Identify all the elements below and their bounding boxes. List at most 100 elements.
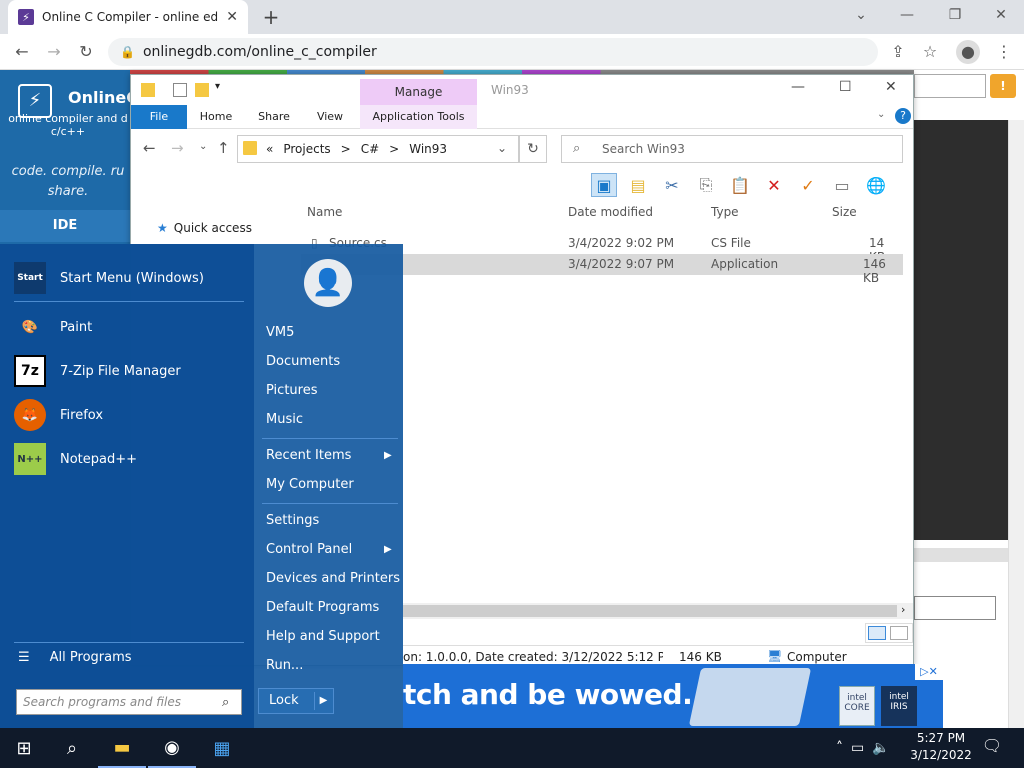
tab-search-button[interactable]: ⌄ xyxy=(838,0,884,30)
breadcrumb-csharp[interactable]: C# xyxy=(361,142,379,156)
menu-music[interactable]: Music xyxy=(266,410,303,430)
pinned-firefox[interactable]: 🦊 Firefox xyxy=(14,395,103,435)
tab-share[interactable]: Share xyxy=(251,105,297,129)
menu-user[interactable]: VM5 xyxy=(266,323,294,343)
rename-icon[interactable]: ▭ xyxy=(829,173,855,197)
lock-options-arrow-icon[interactable]: ▶ xyxy=(314,692,332,710)
menu-default-programs[interactable]: Default Programs xyxy=(266,598,379,618)
ribbon-expand-icon[interactable]: ⌄ xyxy=(877,109,885,120)
reload-icon[interactable]: ↻ xyxy=(74,40,98,64)
tab-home[interactable]: Home xyxy=(193,105,239,129)
start-search-input[interactable]: Search programs and files xyxy=(16,689,242,715)
recent-dropdown-icon[interactable]: ⌄ xyxy=(199,141,207,152)
forward-icon[interactable]: → xyxy=(42,40,66,64)
manage-tab[interactable]: Manage xyxy=(360,79,477,105)
tab-view[interactable]: View xyxy=(307,105,353,129)
path-overflow[interactable]: « xyxy=(266,142,273,156)
windows-start-icon[interactable]: ⊞ xyxy=(0,728,48,768)
help-icon[interactable]: ? xyxy=(895,108,911,124)
col-name[interactable]: Name xyxy=(307,205,342,219)
refresh-icon[interactable]: ↻ xyxy=(519,135,547,163)
check-icon[interactable]: ✓ xyxy=(795,173,821,197)
scroll-right-icon[interactable]: › xyxy=(901,603,905,616)
new-item-icon[interactable]: ▤ xyxy=(625,173,651,197)
new-folder-icon[interactable] xyxy=(195,83,209,97)
quick-access[interactable]: ★ Quick access xyxy=(157,221,252,235)
volume-icon[interactable]: 🔈 xyxy=(872,740,889,756)
page-scrollbar[interactable] xyxy=(1008,120,1024,728)
ide-link[interactable]: IDE xyxy=(0,210,130,242)
new-tab-button[interactable]: + xyxy=(258,4,284,30)
menu-my-computer[interactable]: My Computer xyxy=(266,475,354,495)
share-icon[interactable]: ⇪ xyxy=(886,40,910,64)
breadcrumb-projects[interactable]: Projects xyxy=(283,142,330,156)
language-select[interactable] xyxy=(914,74,986,98)
col-size[interactable]: Size xyxy=(832,205,857,219)
all-programs-button[interactable]: ☰ All Programs xyxy=(18,650,132,665)
large-icons-view-icon[interactable] xyxy=(890,626,908,640)
minimize-button[interactable]: — xyxy=(884,0,930,30)
close-window-button[interactable]: ✕ xyxy=(978,0,1024,30)
delete-icon[interactable]: ✕ xyxy=(761,173,787,197)
col-type[interactable]: Type xyxy=(711,205,739,219)
search-box[interactable]: Search Win93 xyxy=(561,135,903,163)
search-icon[interactable]: ⌕ xyxy=(48,728,96,768)
back-arrow-icon[interactable]: ← xyxy=(143,139,156,157)
url-bar[interactable]: 🔒 onlinegdb.com/online_c_compiler xyxy=(108,38,878,66)
menu-pictures[interactable]: Pictures xyxy=(266,381,317,401)
qat-dropdown-icon[interactable]: ▾ xyxy=(215,81,220,92)
pinned-paint[interactable]: 🎨 Paint xyxy=(14,307,92,347)
up-arrow-icon[interactable]: ↑ xyxy=(217,139,230,157)
explorer-hscroll-thumb[interactable] xyxy=(403,605,897,617)
tab-close-icon[interactable]: ✕ xyxy=(226,9,238,25)
paste-icon[interactable]: 📋 xyxy=(727,173,753,197)
user-avatar[interactable]: 👤 xyxy=(304,259,352,307)
explorer-maximize-icon[interactable]: ☐ xyxy=(839,79,852,95)
file-explorer-taskbar-icon[interactable]: ▬ xyxy=(98,728,146,768)
profile-icon[interactable]: ● xyxy=(956,40,980,64)
menu-recent-items[interactable]: Recent Items ▶ xyxy=(266,446,396,466)
explorer-close-icon[interactable]: ✕ xyxy=(885,79,897,95)
clock[interactable]: 5:27 PM 3/12/2022 xyxy=(908,730,974,764)
explorer-minimize-icon[interactable]: — xyxy=(791,79,805,95)
breadcrumb-separator[interactable]: > xyxy=(389,142,399,156)
info-icon[interactable]: ! xyxy=(990,74,1016,98)
copy-icon[interactable]: ⎘ xyxy=(693,173,719,197)
chrome-menu-icon[interactable]: ⋮ xyxy=(992,40,1016,64)
pinned-notepadpp[interactable]: N++ Notepad++ xyxy=(14,439,137,479)
menu-documents[interactable]: Documents xyxy=(266,352,340,372)
pinned-7zip[interactable]: 7z 7-Zip File Manager xyxy=(14,351,181,391)
network-icon[interactable]: ▭ xyxy=(851,740,864,756)
properties-icon[interactable] xyxy=(173,83,187,97)
notification-icon[interactable]: 🗨 xyxy=(980,736,1004,760)
globe-icon[interactable]: 🌐 xyxy=(863,173,889,197)
details-view-icon[interactable] xyxy=(868,626,886,640)
horizontal-scrollbar[interactable] xyxy=(914,548,1010,562)
address-path[interactable]: « Projects > C# > Win93 xyxy=(237,135,519,163)
pinned-start-menu[interactable]: Start Start Menu (Windows) xyxy=(14,258,204,298)
menu-control-panel[interactable]: Control Panel ▶ xyxy=(266,540,396,560)
forward-arrow-icon[interactable]: → xyxy=(171,139,184,157)
chrome-taskbar-icon[interactable]: ◉ xyxy=(148,728,196,768)
menu-devices-printers[interactable]: Devices and Printers xyxy=(266,569,400,589)
tab-application-tools[interactable]: Application Tools xyxy=(360,105,477,129)
tab-file[interactable]: File xyxy=(131,105,187,129)
menu-help-support[interactable]: Help and Support xyxy=(266,627,380,647)
menu-run[interactable]: Run... xyxy=(266,656,303,676)
breadcrumb-win93[interactable]: Win93 xyxy=(409,142,447,156)
browser-tab[interactable]: ⚡ Online C Compiler - online editor ✕ xyxy=(8,0,248,34)
preview-pane-icon[interactable]: ▣ xyxy=(591,173,617,197)
stdin-input[interactable] xyxy=(914,596,996,620)
path-dropdown-icon[interactable]: ⌄ xyxy=(497,141,507,155)
search-icon[interactable]: ⌕ xyxy=(222,695,236,710)
col-date[interactable]: Date modified xyxy=(568,205,653,219)
menu-settings[interactable]: Settings xyxy=(266,511,319,531)
cut-icon[interactable]: ✂ xyxy=(659,173,685,197)
breadcrumb-separator[interactable]: > xyxy=(341,142,351,156)
app-taskbar-icon[interactable]: ▦ xyxy=(198,728,246,768)
bookmark-star-icon[interactable]: ☆ xyxy=(918,40,942,64)
tray-overflow-icon[interactable]: ˄ xyxy=(836,740,843,756)
restore-button[interactable]: ❐ xyxy=(932,0,978,30)
ad-close-icon[interactable]: ▷✕ xyxy=(915,664,943,680)
back-icon[interactable]: ← xyxy=(10,40,34,64)
